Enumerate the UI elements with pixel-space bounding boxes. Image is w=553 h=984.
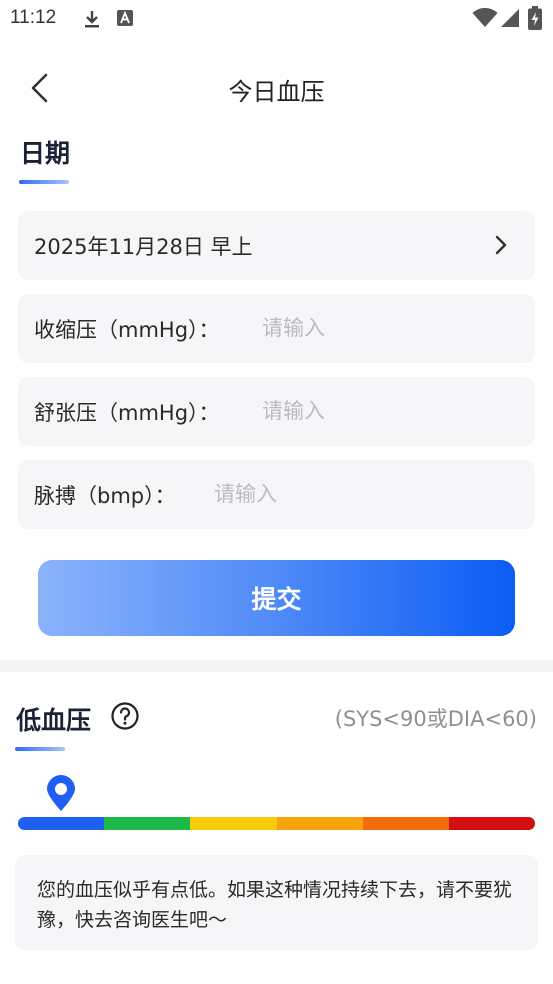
- status-time: 11:12: [10, 7, 57, 28]
- wifi-icon: [472, 7, 498, 32]
- pulse-field: 脉搏（bmp）：: [18, 460, 535, 529]
- diastolic-field: 舒张压（mmHg）：: [18, 377, 535, 446]
- status-bar: 11:12: [0, 0, 553, 38]
- question-circle-icon[interactable]: [110, 701, 140, 731]
- diastolic-input[interactable]: [262, 391, 502, 431]
- location-pin-icon: [47, 775, 75, 811]
- scale-segment: [190, 817, 277, 830]
- scale-segment: [448, 817, 535, 830]
- pulse-label: 脉搏（bmp）：: [34, 484, 176, 508]
- scale-segment: [276, 817, 363, 830]
- systolic-input[interactable]: [262, 308, 502, 348]
- download-icon: [82, 9, 102, 33]
- blood-pressure-scale: [18, 817, 535, 830]
- pulse-input[interactable]: [214, 474, 454, 514]
- date-picker[interactable]: 2025年11月28日 早上: [18, 211, 535, 280]
- range-text: (SYS<90或DIA<60): [334, 707, 537, 731]
- systolic-field: 收缩压（mmHg）：: [18, 294, 535, 363]
- advice-box: 您的血压似乎有点低。如果这种情况持续下去，请不要犹豫，快去咨询医生吧～: [15, 855, 538, 950]
- page-title: 今日血压: [228, 78, 325, 106]
- nav-bar: 今日血压: [0, 60, 553, 116]
- scale-segment: [18, 817, 105, 830]
- cellular-icon: [500, 8, 520, 32]
- result-title: 低血压: [16, 706, 92, 735]
- scale-segment: [104, 817, 191, 830]
- font-icon: [116, 9, 134, 31]
- chevron-right-icon: [495, 235, 507, 255]
- date-value: 2025年11月28日 早上: [34, 235, 253, 259]
- systolic-label: 收缩压（mmHg）：: [34, 318, 220, 342]
- diastolic-label: 舒张压（mmHg）：: [34, 401, 220, 425]
- battery-charging-icon: [528, 6, 542, 34]
- date-section-title: 日期: [20, 139, 71, 168]
- advice-text: 您的血压似乎有点低。如果这种情况持续下去，请不要犹豫，快去咨询医生吧～: [37, 879, 513, 931]
- result-title-underline: [15, 747, 65, 751]
- section-divider: [0, 660, 553, 672]
- scale-segment: [362, 817, 449, 830]
- submit-button[interactable]: 提交: [38, 560, 515, 636]
- date-title-underline: [19, 180, 69, 184]
